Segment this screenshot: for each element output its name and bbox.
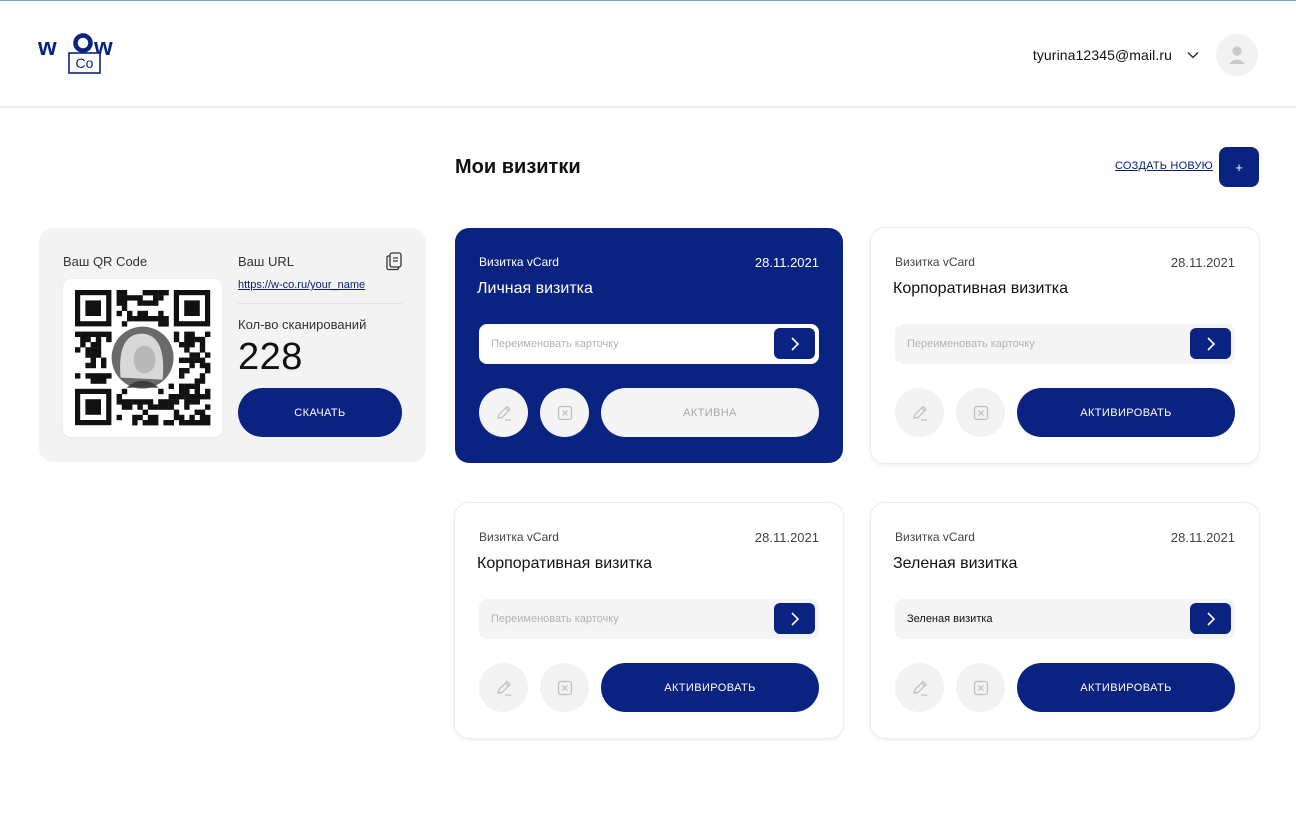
delete-card-button[interactable] [956, 388, 1005, 437]
pencil-icon [496, 680, 511, 696]
qr-code [63, 279, 222, 437]
scan-count: 228 [238, 336, 303, 378]
rename-field-wrapper [895, 599, 1235, 639]
submit-rename-button[interactable] [774, 328, 815, 359]
delete-card-button[interactable] [540, 663, 589, 712]
card-type: Визитка vCard [895, 530, 975, 544]
card-date: 28.11.2021 [754, 530, 819, 545]
activate-button[interactable]: АКТИВИРОВАТЬ [1017, 663, 1235, 712]
user-email[interactable]: tyurina12345@mail.ru [1033, 47, 1172, 63]
close-box-icon [973, 405, 988, 420]
delete-card-button[interactable] [540, 388, 589, 437]
card-date: 28.11.2021 [1170, 530, 1235, 545]
activate-button[interactable]: АКТИВИРОВАТЬ [601, 663, 819, 712]
copy-icon[interactable] [384, 251, 404, 271]
rename-field-wrapper [895, 324, 1235, 364]
edit-card-button[interactable] [479, 663, 528, 712]
card-type: Визитка vCard [479, 255, 559, 269]
chevron-right-icon [790, 611, 799, 626]
vcard-card: Визитка vCard 28.11.2021 Зеленая визитка [871, 503, 1259, 738]
card-type: Визитка vCard [895, 255, 975, 269]
submit-rename-button[interactable] [1190, 328, 1231, 359]
card-title: Корпоративная визитка [893, 280, 1069, 297]
chevron-right-icon [1206, 336, 1215, 351]
activate-button[interactable]: АКТИВИРОВАТЬ [1017, 388, 1235, 437]
add-card-button[interactable]: + [1219, 147, 1259, 187]
rename-card-input[interactable] [895, 324, 1185, 364]
delete-card-button[interactable] [956, 663, 1005, 712]
card-date: 28.11.2021 [754, 255, 819, 270]
rename-field-wrapper [479, 599, 819, 639]
svg-text:w: w [38, 34, 59, 61]
submit-rename-button[interactable] [1190, 603, 1231, 634]
chevron-down-icon[interactable] [1186, 48, 1200, 62]
chevron-right-icon [1206, 611, 1215, 626]
pencil-icon [912, 405, 927, 421]
vcard-card: Визитка vCard 28.11.2021 Корпоративная в… [455, 503, 843, 738]
user-icon [1229, 46, 1245, 64]
rename-card-input[interactable] [479, 324, 769, 364]
user-menu[interactable]: tyurina12345@mail.ru [1033, 34, 1258, 76]
edit-card-button[interactable] [479, 388, 528, 437]
rename-card-input[interactable] [479, 599, 769, 639]
edit-card-button[interactable] [895, 663, 944, 712]
submit-rename-button[interactable] [774, 603, 815, 634]
download-button[interactable]: СКАЧАТЬ [238, 388, 402, 437]
card-title: Корпоративная визитка [477, 555, 653, 572]
rename-card-input[interactable] [895, 599, 1185, 639]
card-date: 28.11.2021 [1170, 255, 1235, 270]
app-header: w w Co tyurina12345@mail.ru [0, 1, 1296, 108]
qr-label: Ваш QR Code [63, 254, 148, 269]
url-label: Ваш URL [238, 254, 294, 269]
avatar[interactable] [1216, 34, 1258, 76]
rename-field-wrapper [479, 324, 819, 364]
pencil-icon [912, 680, 927, 696]
close-box-icon [557, 405, 572, 420]
create-new-link[interactable]: СОЗДАТЬ НОВУЮ [1115, 160, 1213, 172]
pencil-icon [496, 405, 511, 421]
card-title: Зеленая визитка [893, 555, 1018, 572]
card-type: Визитка vCard [479, 530, 559, 544]
close-box-icon [973, 680, 988, 695]
profile-url-link[interactable]: https://w-co.ru/your_name [238, 279, 365, 291]
active-status-button[interactable]: АКТИВНА [601, 388, 819, 437]
divider [238, 303, 402, 304]
wow-co-logo[interactable]: w w Co [37, 33, 134, 77]
svg-text:Co: Co [76, 55, 94, 71]
scan-count-label: Кол-во сканирований [238, 317, 367, 332]
vcard-card: Визитка vCard 28.11.2021 Корпоративная в… [871, 228, 1259, 463]
close-box-icon [557, 680, 572, 695]
qr-panel: Ваш QR Code Ваш URL https://w-co.ru/your… [39, 228, 426, 462]
vcard-card: Визитка vCard 28.11.2021 Личная визитка [455, 228, 843, 463]
card-title: Личная визитка [477, 280, 593, 297]
edit-card-button[interactable] [895, 388, 944, 437]
page-title: Мои визитки [455, 156, 581, 178]
chevron-right-icon [790, 336, 799, 351]
